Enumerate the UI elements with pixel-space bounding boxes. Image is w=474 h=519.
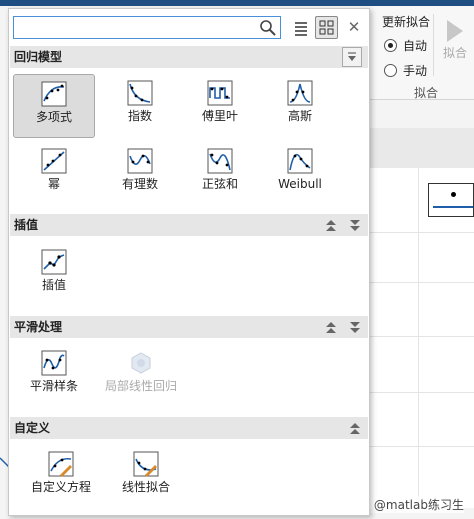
section-header-custom[interactable]: 自定义 xyxy=(10,417,368,439)
auto-radio[interactable] xyxy=(384,39,397,52)
collapse-arrow-icon xyxy=(348,52,356,61)
fit-item-custom-equation[interactable]: 自定义方程 xyxy=(19,445,103,509)
search-input[interactable] xyxy=(14,17,254,38)
exponential-icon xyxy=(127,80,153,106)
grid-view-button[interactable] xyxy=(315,16,338,39)
polynomial-icon xyxy=(41,81,67,107)
fit-item-lowess: 局部线性回归 xyxy=(99,344,183,416)
fit-item-power[interactable]: 幂 xyxy=(13,142,95,206)
item-label: Weibull xyxy=(278,177,322,191)
fit-item-rational[interactable]: 有理数 xyxy=(99,142,181,206)
item-label: 有理数 xyxy=(121,177,158,191)
custom-equation-icon xyxy=(48,451,74,477)
plot-gridline xyxy=(370,282,474,283)
item-label: 指数 xyxy=(127,109,152,123)
toolstrip-update-fit: 更新拟合 自动 手动 拟合 拟合 xyxy=(370,6,474,100)
item-label: 正弦和 xyxy=(201,177,238,191)
background-panel-band xyxy=(370,128,474,168)
item-label: 线性拟合 xyxy=(121,480,170,494)
plot-legend[interactable] xyxy=(428,183,474,217)
legend-fit-line xyxy=(433,206,473,208)
section-title: 插值 xyxy=(14,218,39,232)
plot-gridline xyxy=(418,168,419,508)
fit-item-gaussian[interactable]: 高斯 xyxy=(259,74,341,138)
smoothing-spline-icon xyxy=(41,350,67,376)
plot-area[interactable] xyxy=(370,168,474,508)
item-label: 高斯 xyxy=(287,109,312,123)
search-icon[interactable] xyxy=(259,19,277,37)
fit-item-fourier[interactable]: 傅里叶 xyxy=(179,74,261,138)
collapse-up-icon[interactable] xyxy=(348,420,362,436)
power-icon xyxy=(41,148,67,174)
item-label: 自定义方程 xyxy=(30,480,91,494)
fit-item-exponential[interactable]: 指数 xyxy=(99,74,181,138)
section-header-interpolation[interactable]: 插值 xyxy=(10,214,368,236)
section-title: 回归模型 xyxy=(14,50,63,64)
sum-of-sines-icon xyxy=(207,148,233,174)
plot-gridline xyxy=(370,392,474,393)
collapse-button[interactable] xyxy=(342,47,362,67)
gaussian-icon xyxy=(287,80,313,106)
plot-gridline xyxy=(370,446,474,447)
manual-radio[interactable] xyxy=(384,64,397,77)
fit-item-linear-fit[interactable]: 线性拟合 xyxy=(105,445,187,509)
toolstrip-separator xyxy=(433,14,434,76)
search-box[interactable] xyxy=(13,16,281,39)
auto-radio-option[interactable]: 自动 xyxy=(384,37,427,54)
expand-down-icon[interactable] xyxy=(348,217,362,233)
play-icon xyxy=(447,20,463,42)
expand-down-icon[interactable] xyxy=(348,319,362,335)
collapse-up-icon[interactable] xyxy=(324,319,338,335)
section-title: 平滑处理 xyxy=(14,320,63,334)
fourier-icon xyxy=(207,80,233,106)
interpolant-icon xyxy=(41,249,67,275)
weibull-icon xyxy=(287,148,313,174)
fit-button[interactable]: 拟合 xyxy=(438,16,472,72)
auto-label: 自动 xyxy=(403,39,428,53)
manual-label: 手动 xyxy=(403,64,428,78)
linear-fit-icon xyxy=(133,451,159,477)
item-label: 傅里叶 xyxy=(201,109,238,123)
item-label: 多项式 xyxy=(35,110,72,124)
plot-gridline xyxy=(370,336,474,337)
item-label: 幂 xyxy=(47,177,60,191)
legend-data-marker xyxy=(451,192,456,197)
fit-group-label: 拟合 xyxy=(414,86,439,100)
lowess-icon xyxy=(131,352,151,374)
item-label: 平滑样条 xyxy=(29,379,78,393)
manual-radio-option[interactable]: 手动 xyxy=(384,62,427,79)
list-view-icon[interactable] xyxy=(291,18,311,38)
fit-item-smoothing-spline[interactable]: 平滑样条 xyxy=(13,344,95,408)
fit-item-polynomial[interactable]: 多项式 xyxy=(13,74,95,138)
fit-item-sum-of-sines[interactable]: 正弦和 xyxy=(179,142,261,206)
section-title: 自定义 xyxy=(14,421,51,435)
fit-type-gallery: ✕ 回归模型 多项式 指数 傅里叶 高斯 幂 有理数 正弦和 Weibull 插… xyxy=(8,8,370,516)
rational-icon xyxy=(127,148,153,174)
close-icon[interactable]: ✕ xyxy=(345,18,363,36)
fit-button-label: 拟合 xyxy=(442,46,467,60)
item-label: 插值 xyxy=(41,278,66,292)
update-fit-title: 更新拟合 xyxy=(382,15,431,29)
plot-gridline xyxy=(370,232,474,233)
item-label: 局部线性回归 xyxy=(104,379,177,393)
section-header-smoothing[interactable]: 平滑处理 xyxy=(10,316,368,338)
section-header-regression[interactable]: 回归模型 xyxy=(10,46,368,68)
fit-item-weibull[interactable]: Weibull xyxy=(259,142,341,206)
fit-item-interpolant[interactable]: 插值 xyxy=(13,243,95,307)
grid-view-icon xyxy=(319,20,334,35)
collapse-up-icon[interactable] xyxy=(324,217,338,233)
